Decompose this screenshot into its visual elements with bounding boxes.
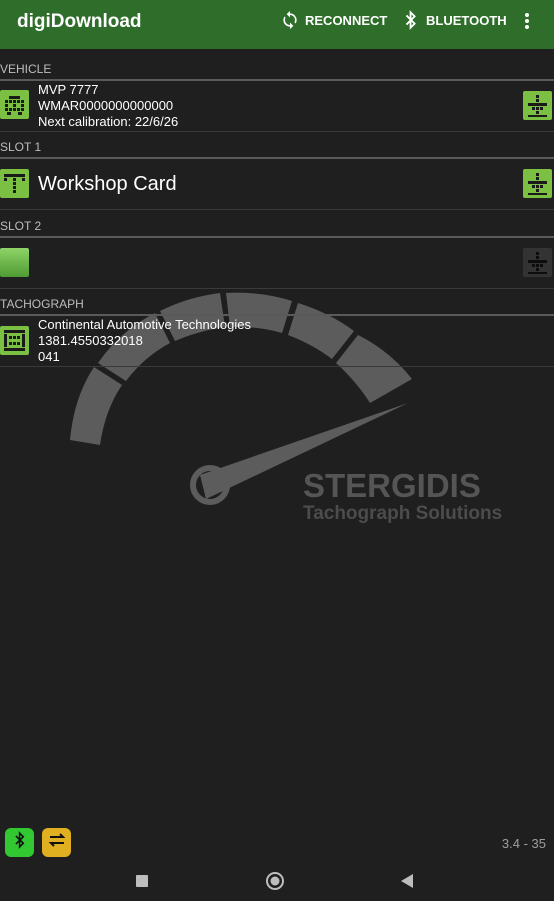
watermark-tagline: Tachograph Solutions — [303, 503, 502, 524]
tachograph-serial: 1381.4550332018 — [38, 333, 143, 348]
slot2-download-icon[interactable] — [523, 248, 552, 277]
vehicle-calibration: Next calibration: 22/6/26 — [38, 114, 179, 129]
app-bar: digiDownload RECONNECT BLUETOOTH — [0, 0, 554, 49]
workshop-card-icon — [0, 169, 29, 198]
bluetooth-label: BLUETOOTH — [426, 12, 507, 28]
triangle-back-icon[interactable] — [400, 873, 414, 894]
empty-slot-icon — [0, 248, 29, 277]
vehicle-icon — [0, 90, 29, 119]
tachograph-version: 041 — [38, 349, 60, 364]
bluetooth-icon — [404, 10, 418, 30]
system-nav-bar — [0, 860, 554, 901]
slot1-download-icon[interactable] — [523, 169, 552, 198]
app-version: 3.4 - 35 — [501, 836, 546, 851]
section-header-slot2: SLOT 2 — [0, 218, 554, 238]
square-icon[interactable] — [135, 874, 149, 893]
vehicle-registration: MVP 7777 — [38, 82, 99, 97]
vehicle-vin: WMAR0000000000000 — [38, 98, 174, 113]
bluetooth-button[interactable]: BLUETOOTH — [404, 0, 507, 40]
app-title: digiDownload — [17, 11, 142, 32]
bluetooth-status-button[interactable] — [5, 828, 34, 857]
reconnect-label: RECONNECT — [305, 12, 388, 28]
tachograph-manufacturer: Continental Automotive Technologies — [38, 317, 251, 332]
section-header-vehicle: VEHICLE — [0, 61, 554, 81]
vehicle-row[interactable]: MVP 7777 WMAR0000000000000 Next calibrat… — [0, 81, 554, 132]
swap-arrows-icon — [47, 832, 67, 853]
tachograph-row[interactable]: Continental Automotive Technologies 1381… — [0, 316, 554, 367]
vehicle-download-icon[interactable] — [523, 91, 552, 120]
sync-status-button[interactable] — [42, 828, 71, 857]
tachograph-icon — [0, 326, 29, 355]
reconnect-button[interactable]: RECONNECT — [280, 0, 387, 40]
watermark-brand: STERGIDIS — [303, 467, 481, 504]
section-header-slot1: SLOT 1 — [0, 139, 554, 159]
slot2-row[interactable] — [0, 238, 554, 289]
circle-icon[interactable] — [265, 871, 285, 896]
more-vert-icon[interactable] — [520, 10, 534, 32]
section-header-tachograph: TACHOGRAPH — [0, 296, 554, 316]
slot1-card-name: Workshop Card — [38, 173, 177, 195]
slot1-row[interactable]: Workshop Card — [0, 159, 554, 210]
sync-icon — [280, 10, 300, 30]
bluetooth-icon — [14, 831, 26, 854]
